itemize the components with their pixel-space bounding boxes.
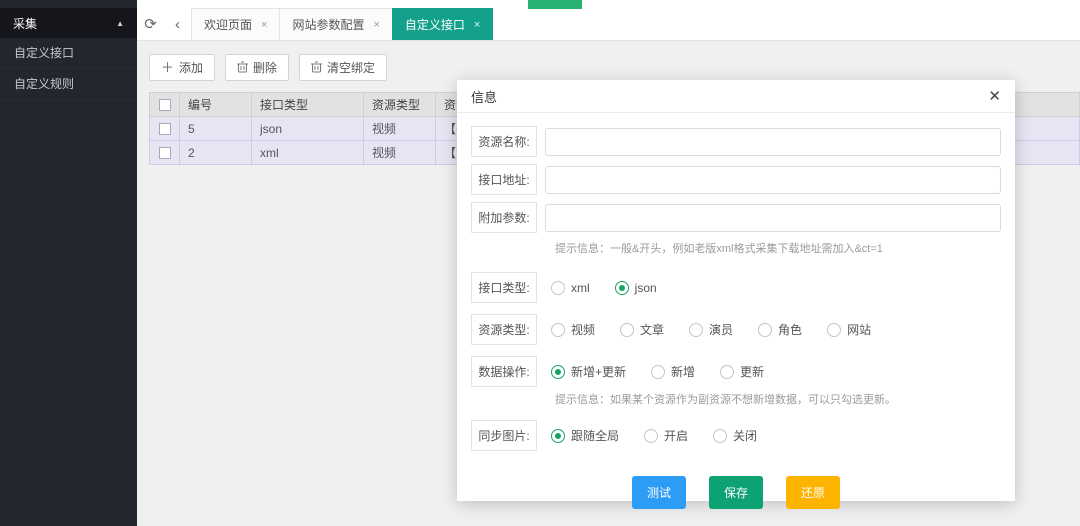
close-icon[interactable]: × — [474, 19, 480, 31]
tab-label: 网站参数配置 — [292, 18, 365, 32]
data-op-hint-text: 提示信息：如果某个资源作为副资源不想新增数据，可以只勾选更新。 — [555, 394, 896, 406]
sync-image-label: 同步图片: — [471, 420, 537, 451]
data-operation-radio-group: 新增+更新 新增 更新 — [545, 363, 764, 380]
api-type-radio-group: xml json — [545, 280, 657, 295]
data-operation-label: 数据操作: — [471, 356, 537, 387]
radio-off[interactable]: 关闭 — [713, 427, 757, 444]
param-hint-text: 提示信息：一般&开头，例如老版xml格式采集下载地址需加入&ct=1 — [555, 243, 883, 255]
restore-button[interactable]: 还原 — [786, 476, 841, 509]
tab-custom-api[interactable]: 自定义接口 × — [391, 8, 494, 40]
radio-add-update[interactable]: 新增+更新 — [551, 363, 626, 380]
radio-video[interactable]: 视频 — [551, 321, 595, 338]
radio-article[interactable]: 文章 — [620, 321, 664, 338]
collapse-caret-icon: ▲ — [116, 18, 124, 28]
radio-xml[interactable]: xml — [551, 280, 590, 295]
radio-json[interactable]: json — [614, 280, 657, 295]
row-checkbox[interactable] — [158, 147, 171, 160]
sidebar: 采集 ▲ 自定义接口 自定义规则 — [0, 0, 137, 526]
column-header-api-type: 接口类型 — [251, 92, 364, 117]
dialog-footer: 测试 保存 还原 — [471, 476, 1001, 509]
row-checkbox[interactable] — [158, 123, 171, 136]
dialog-header: 信息 ✕ — [457, 80, 1015, 113]
delete-button[interactable]: 删除 — [225, 54, 290, 81]
test-button[interactable]: 测试 — [631, 476, 686, 509]
close-icon[interactable]: × — [261, 19, 267, 31]
trash-icon — [311, 61, 323, 75]
tab-welcome[interactable]: 欢迎页面 × — [191, 8, 281, 40]
clear-binding-button[interactable]: 清空绑定 — [299, 54, 388, 81]
radio-follow-global[interactable]: 跟随全局 — [551, 427, 619, 444]
cell-id: 2 — [179, 140, 252, 165]
cell-res-type: 视频 — [363, 116, 436, 141]
radio-icon — [689, 322, 704, 337]
sidebar-group-label: 采集 — [13, 16, 38, 31]
sidebar-group-collect[interactable]: 采集 ▲ — [0, 8, 137, 38]
radio-update[interactable]: 更新 — [720, 363, 764, 380]
resource-type-label: 资源类型: — [471, 314, 537, 345]
cell-api-type: xml — [251, 140, 364, 165]
column-header-id: 编号 — [179, 92, 252, 117]
sidebar-item-custom-api[interactable]: 自定义接口 — [0, 38, 137, 69]
radio-icon — [651, 364, 666, 379]
radio-actor[interactable]: 演员 — [689, 321, 733, 338]
dialog-body: 资源名称: 接口地址: 附加参数: 提示信息：一般&开头，例如老版xml格式采集… — [457, 113, 1015, 509]
radio-icon — [720, 364, 735, 379]
tab-label: 自定义接口 — [404, 18, 465, 32]
column-header-res-type: 资源类型 — [363, 92, 436, 117]
radio-icon — [758, 322, 773, 337]
dialog-title: 信息 — [471, 89, 498, 105]
radio-add[interactable]: 新增 — [651, 363, 695, 380]
tab-label: 欢迎页面 — [204, 18, 253, 32]
cell-id: 5 — [179, 116, 252, 141]
sync-image-radio-group: 跟随全局 开启 关闭 — [545, 427, 757, 444]
radio-icon — [713, 428, 728, 443]
sidebar-item-custom-rule[interactable]: 自定义规则 — [0, 69, 137, 100]
close-icon[interactable]: ✕ — [988, 89, 1001, 104]
info-dialog: 信息 ✕ 资源名称: 接口地址: 附加参数: 提示信息：一般&开头，例如老版xm… — [457, 80, 1015, 509]
refresh-icon[interactable]: ⟳ — [137, 8, 164, 40]
tab-site-params[interactable]: 网站参数配置 × — [279, 8, 393, 40]
radio-website[interactable]: 网站 — [827, 321, 871, 338]
radio-role[interactable]: 角色 — [758, 321, 802, 338]
tab-bar: ⟳ ‹ 欢迎页面 × 网站参数配置 × 自定义接口 × — [137, 0, 1080, 41]
plus-icon: ＋ — [161, 60, 175, 75]
radio-icon — [614, 280, 629, 295]
cell-res-type: 视频 — [363, 140, 436, 165]
radio-icon — [620, 322, 635, 337]
radio-icon — [551, 364, 565, 379]
radio-icon — [551, 280, 565, 295]
extra-param-label: 附加参数: — [471, 202, 537, 233]
radio-icon — [827, 322, 842, 337]
extra-param-input[interactable] — [545, 203, 1001, 232]
select-all-checkbox[interactable] — [158, 99, 171, 112]
resource-type-radio-group: 视频 文章 演员 角色 网站 — [545, 321, 871, 338]
radio-icon — [644, 428, 659, 443]
cell-api-type: json — [251, 116, 364, 141]
api-url-input[interactable] — [545, 165, 1001, 194]
add-button[interactable]: ＋ 添加 — [149, 54, 216, 81]
api-type-label: 接口类型: — [471, 272, 537, 303]
radio-icon — [551, 428, 565, 443]
resource-name-input[interactable] — [545, 127, 1001, 156]
api-url-label: 接口地址: — [471, 164, 537, 195]
resource-name-label: 资源名称: — [471, 126, 537, 157]
trash-icon — [237, 61, 249, 75]
radio-icon — [551, 322, 565, 337]
radio-on[interactable]: 开启 — [644, 427, 688, 444]
save-button[interactable]: 保存 — [708, 476, 763, 509]
close-icon[interactable]: × — [373, 19, 379, 31]
chevron-left-icon[interactable]: ‹ — [164, 8, 191, 40]
top-partial-element — [528, 0, 582, 9]
